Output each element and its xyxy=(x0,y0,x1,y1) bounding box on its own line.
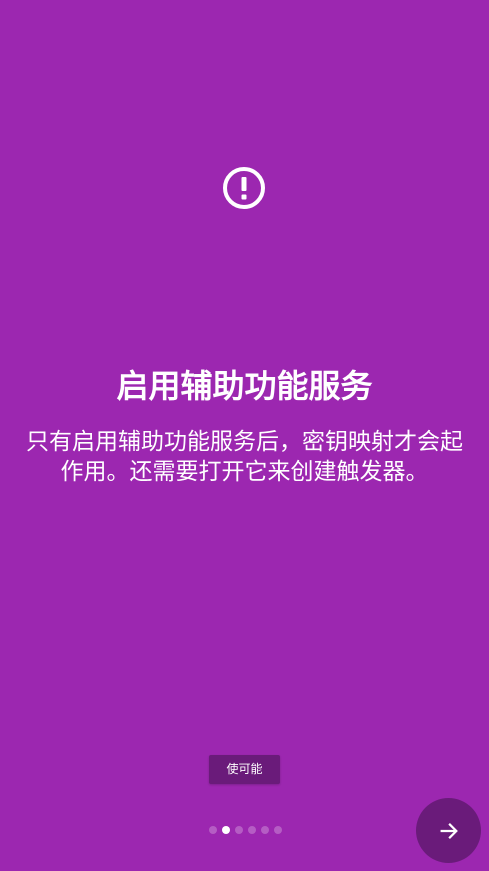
next-button[interactable] xyxy=(416,798,481,863)
page-dot[interactable] xyxy=(248,826,256,834)
page-dot[interactable] xyxy=(274,826,282,834)
enable-button[interactable]: 使可能 xyxy=(209,755,280,784)
page-dot[interactable] xyxy=(261,826,269,834)
page-dot[interactable] xyxy=(235,826,243,834)
page-dot[interactable] xyxy=(209,826,217,834)
page-dot-current[interactable] xyxy=(222,826,230,834)
alert-circle-icon xyxy=(223,167,265,209)
page-indicator xyxy=(209,825,282,835)
arrow-right-icon xyxy=(440,822,458,839)
page-description: 只有启用辅助功能服务后，密钥映射才会起作用。还需要打开它来创建触发器。 xyxy=(26,429,463,485)
page-title: 启用辅助功能服务 xyxy=(116,367,373,405)
